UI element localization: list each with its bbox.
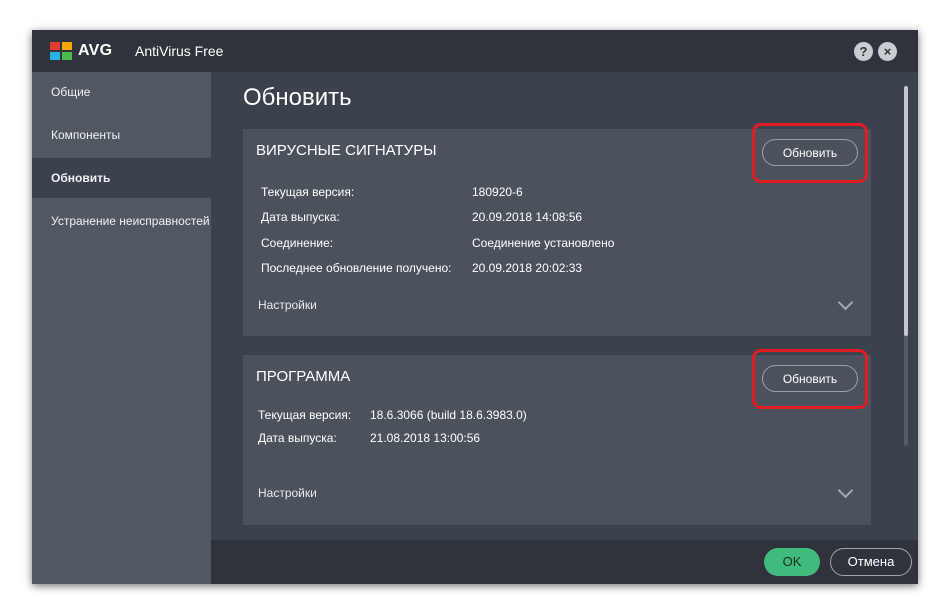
sidebar: Общие Компоненты Обновить Устранение неи… xyxy=(32,72,211,584)
program-card: ПРОГРАММА Обновить Текущая версия: 18.6.… xyxy=(243,349,871,525)
row-value: 21.08.2018 13:00:56 xyxy=(370,431,481,445)
close-button[interactable]: × xyxy=(878,42,897,61)
row-value: 20.09.2018 20:02:33 xyxy=(472,261,583,275)
scrollbar[interactable] xyxy=(904,86,908,446)
sidebar-item-troubleshooting[interactable]: Устранение неисправностей xyxy=(32,201,211,241)
row-label: Дата выпуска: xyxy=(258,431,337,445)
chevron-down-icon[interactable] xyxy=(837,294,854,311)
program-heading: ПРОГРАММА xyxy=(256,368,351,385)
row-label: Текущая версия: xyxy=(258,408,352,422)
update-program-button[interactable]: Обновить xyxy=(762,365,858,392)
title-bar: AVG AntiVirus Free ? × xyxy=(32,30,918,72)
main-content: Обновить ВИРУСНЫЕ СИГНАТУРЫ Обновить Тек… xyxy=(211,72,918,584)
sidebar-item-components[interactable]: Компоненты xyxy=(32,115,211,155)
scrollbar-thumb[interactable] xyxy=(904,86,908,336)
page-title: Обновить xyxy=(243,84,352,111)
product-name: AntiVirus Free xyxy=(135,43,224,59)
chevron-down-icon[interactable] xyxy=(837,482,854,499)
ok-button[interactable]: OK xyxy=(764,548,820,576)
brand-name: AVG xyxy=(78,42,113,59)
avg-logo-icon xyxy=(50,42,72,60)
cancel-button[interactable]: Отмена xyxy=(830,548,912,576)
signatures-settings-toggle[interactable]: Настройки xyxy=(258,298,317,312)
row-value: 18.6.3066 (build 18.6.3983.0) xyxy=(370,408,527,422)
update-signatures-button[interactable]: Обновить xyxy=(762,139,858,166)
help-button[interactable]: ? xyxy=(854,42,873,61)
virus-signatures-heading: ВИРУСНЫЕ СИГНАТУРЫ xyxy=(256,142,437,159)
row-label: Текущая версия: xyxy=(261,185,355,199)
program-settings-toggle[interactable]: Настройки xyxy=(258,486,317,500)
row-value: 20.09.2018 14:08:56 xyxy=(472,210,583,224)
sidebar-item-update[interactable]: Обновить xyxy=(32,158,211,198)
app-window: AVG AntiVirus Free ? × Общие Компоненты … xyxy=(32,30,918,584)
row-label: Последнее обновление получено: xyxy=(261,261,452,275)
row-value: Соединение установлено xyxy=(472,236,615,250)
dialog-footer: OK Отмена xyxy=(211,540,918,584)
sidebar-item-general[interactable]: Общие xyxy=(32,72,211,112)
row-label: Соединение: xyxy=(261,236,334,250)
row-value: 180920-6 xyxy=(472,185,523,199)
virus-signatures-card: ВИРУСНЫЕ СИГНАТУРЫ Обновить Текущая верс… xyxy=(243,123,871,336)
row-label: Дата выпуска: xyxy=(261,210,340,224)
